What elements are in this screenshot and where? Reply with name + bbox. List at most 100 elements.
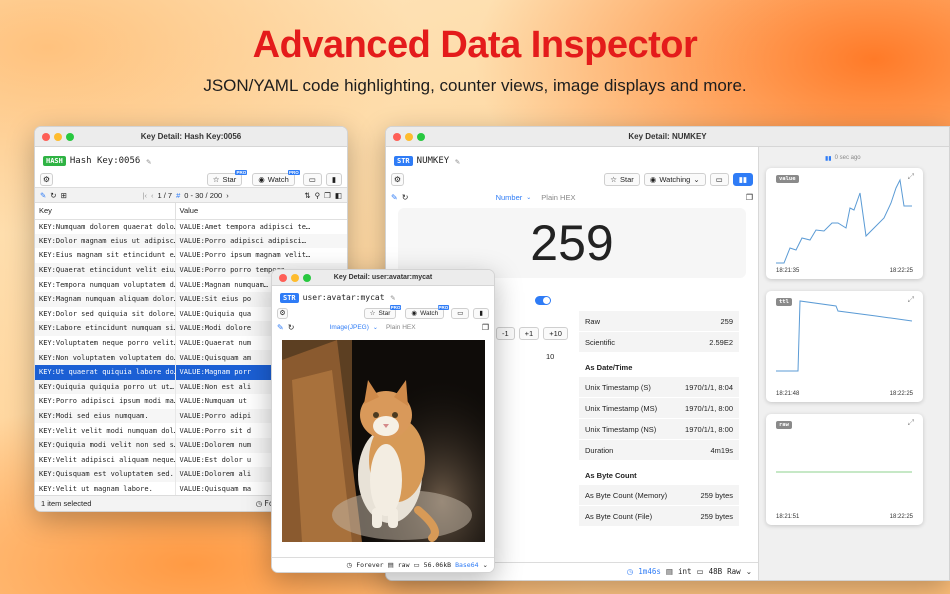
sort-icon[interactable]: ⇅ <box>304 191 310 200</box>
info-label: Duration <box>585 445 614 455</box>
tab-number[interactable]: Number <box>496 193 523 202</box>
increment-button[interactable]: +1 <box>518 327 540 340</box>
column-header-key[interactable]: Key <box>35 203 175 220</box>
copy-icon[interactable]: ❐ <box>482 323 489 332</box>
watch-button[interactable]: ◉ Watch PRO <box>252 169 300 186</box>
toggle-switch[interactable] <box>491 296 551 306</box>
edit-icon[interactable]: ✎ <box>40 191 46 200</box>
star-button[interactable]: ☆ Star PRO <box>206 169 248 186</box>
zoom-button[interactable] <box>417 133 425 141</box>
gear-icon[interactable]: ⚙ <box>391 172 404 186</box>
refresh-icon[interactable]: ↻ <box>288 323 295 332</box>
increment-button[interactable]: +10 <box>543 327 568 340</box>
add-icon[interactable]: ⊞ <box>61 191 67 200</box>
edit-icon[interactable]: ✎ <box>277 323 284 332</box>
tab-plain-hex[interactable]: Plain HEX <box>386 324 416 331</box>
format-select[interactable]: Base64 <box>455 561 478 569</box>
type-label: int <box>677 567 692 576</box>
key-cell: KEY:Numquam dolorem quaerat dolo… <box>39 222 175 231</box>
info-label: Unix Timestamp (MS) <box>585 403 658 413</box>
table-row[interactable]: KEY:Numquam dolorem quaerat dolo… VALUE:A… <box>35 219 347 234</box>
star-icon: ☆ <box>610 174 618 184</box>
hero-subtitle: JSON/YAML code highlighting, counter vie… <box>203 76 747 95</box>
edit-icon[interactable]: ✎ <box>391 193 398 202</box>
key-cell: KEY:Non voluptatem voluptatem do… <box>35 350 175 365</box>
table-row[interactable]: KEY:Eius magnam sit etincidunt e… VALUE:P… <box>35 248 347 263</box>
star-button[interactable]: ☆ Star PRO <box>363 304 402 319</box>
refresh-icon[interactable]: ↻ <box>50 191 56 200</box>
chart-plot <box>776 300 913 372</box>
doc-icon: ▤ <box>665 567 673 576</box>
sidebar-icon[interactable]: ◧ <box>335 191 342 200</box>
ttl-label[interactable]: 1m46s <box>638 567 661 576</box>
gear-icon[interactable]: ⚙ <box>40 172 53 186</box>
chart-icon[interactable]: ▮▮ <box>732 172 753 186</box>
type-label: raw <box>397 561 410 569</box>
close-button[interactable] <box>42 133 50 141</box>
chevron-down-icon: ⌄ <box>745 567 752 576</box>
edit-icon[interactable]: ✎ <box>391 293 396 302</box>
value-cell: VALUE:Porro ipsum magnam velit… <box>174 248 347 263</box>
gear-icon[interactable]: ⚙ <box>277 307 288 319</box>
cat-image <box>282 340 485 542</box>
next-page-icon[interactable]: › <box>226 191 229 200</box>
hash-window-titlebar[interactable]: Key Detail: Hash Key:0056 <box>35 127 347 147</box>
format-select[interactable]: Raw <box>727 567 741 576</box>
watch-button[interactable]: ◉ Watch PRO <box>405 304 450 319</box>
chart-sidebar: ▮▮ 0 sec ago value ⤢ 18:21:35 18:22:25 ttl ⤢ 18… <box>758 147 949 580</box>
star-button[interactable]: ☆ Star <box>604 172 640 186</box>
copy-icon[interactable]: ❐ <box>324 191 331 200</box>
value-cell: VALUE:Amet tempora adipisci te… <box>174 219 347 234</box>
info-row: Unix Timestamp (S) 1970/1/1, 8:04 <box>579 377 739 397</box>
first-page-icon[interactable]: |‹ <box>143 191 147 200</box>
chart-time-start: 18:21:35 <box>776 268 800 274</box>
key-cell: KEY:Velit velit modi numquam dol… <box>39 426 175 435</box>
clock-icon: ◷ <box>255 499 263 508</box>
zoom-button[interactable] <box>303 274 311 282</box>
doc-icon: ▤ <box>387 562 394 569</box>
key-cell: KEY:Magnam numquam aliquam dolor… <box>35 291 175 307</box>
edit-icon[interactable]: ✎ <box>455 157 460 166</box>
size-label: 56.06kB <box>423 561 452 569</box>
numkey-window-titlebar[interactable]: Key Detail: NUMKEY <box>386 127 949 147</box>
bytes-section-title: As Byte Count <box>585 471 637 480</box>
edit-icon[interactable]: ✎ <box>146 157 151 166</box>
filter-icon[interactable]: ⚲ <box>315 191 321 200</box>
minimize-button[interactable] <box>291 274 299 282</box>
eye-icon: ◉ <box>649 174 657 184</box>
table-row[interactable]: KEY:Dolor magnam eius ut adipisc… VALUE:P… <box>35 233 347 249</box>
date-section-title: As Date/Time <box>585 363 633 372</box>
watching-button[interactable]: ◉ Watching ⌄ <box>643 172 706 186</box>
info-label: As Byte Count (Memory) <box>585 490 668 500</box>
chart-icon[interactable]: ▮ <box>325 172 342 186</box>
minimize-button[interactable] <box>54 133 62 141</box>
window-icon[interactable]: ▭ <box>709 172 729 186</box>
refresh-icon[interactable]: ↻ <box>402 193 409 202</box>
close-button[interactable] <box>393 133 401 141</box>
zoom-button[interactable] <box>66 133 74 141</box>
info-value: 1970/1/1, 8:00 <box>685 403 733 413</box>
key-cell: KEY:Ut quaerat quiquia labore do… <box>35 364 175 380</box>
updated-label: 0 sec ago <box>834 155 861 161</box>
avatar-window-titlebar[interactable]: Key Detail: user:avatar:mycat <box>272 270 494 286</box>
close-button[interactable] <box>279 274 287 282</box>
increment-button[interactable]: -1 <box>496 327 515 340</box>
window-icon[interactable]: ▭ <box>451 307 470 319</box>
minimize-button[interactable] <box>405 133 413 141</box>
chart-time-end: 18:22:25 <box>889 514 913 520</box>
chart-icon[interactable]: ▮ <box>473 307 489 319</box>
chart-time-end: 18:22:25 <box>889 391 913 397</box>
copy-icon[interactable]: ❐ <box>746 193 753 202</box>
info-row: Unix Timestamp (MS) 1970/1/1, 8:00 <box>579 398 739 418</box>
ttl-label[interactable]: Forever <box>356 561 383 569</box>
tab-image[interactable]: Image(JPEG) <box>330 324 369 331</box>
info-row: Unix Timestamp (NS) 1970/1/1, 8:00 <box>579 419 739 439</box>
column-header-value[interactable]: Value <box>174 203 347 220</box>
info-label: As Byte Count (File) <box>585 511 653 521</box>
window-icon[interactable]: ▭ <box>302 172 322 186</box>
tab-plain-hex[interactable]: Plain HEX <box>541 193 575 202</box>
key-cell: KEY:Quaerat etincidunt velit eiu… <box>35 262 175 278</box>
key-cell: KEY:Porro adipisci ipsum modi ma… <box>39 397 175 406</box>
key-cell: KEY:Dolor sed quiquia sit dolore… <box>39 309 175 318</box>
prev-page-icon[interactable]: ‹ <box>151 191 154 200</box>
